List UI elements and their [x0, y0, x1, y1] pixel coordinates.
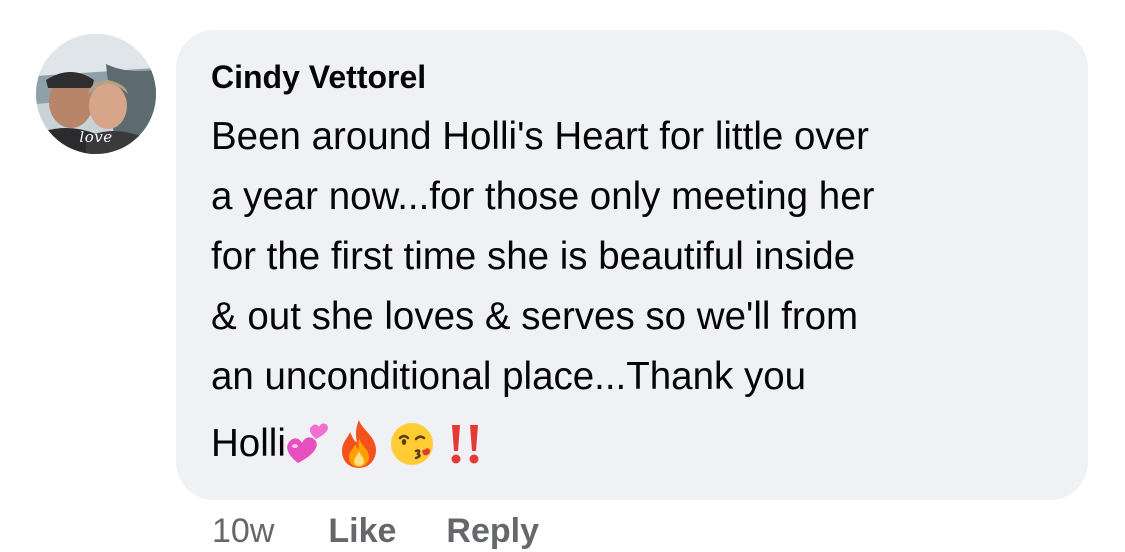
avatar[interactable]: love — [36, 34, 156, 154]
timestamp[interactable]: 10w — [212, 512, 274, 551]
fire-icon — [336, 418, 382, 470]
comment-text-end: Holli — [211, 422, 286, 465]
comment-text: Been around Holli's Heart for little ove… — [211, 115, 875, 398]
comment-bubble: Cindy Vettorel Been around Holli's Heart… — [176, 30, 1088, 500]
comment-text-end-line: Holli — [211, 411, 1054, 477]
double-exclamation-icon — [444, 421, 488, 467]
reply-button[interactable]: Reply — [446, 512, 539, 551]
kissing-face-icon — [388, 419, 438, 469]
like-button[interactable]: Like — [328, 512, 396, 551]
two-hearts-icon — [286, 419, 330, 469]
author-name[interactable]: Cindy Vettorel — [211, 57, 1054, 97]
comment-actions: 10w Like Reply — [212, 512, 589, 551]
comment: love Cindy Vettorel Been around Holli's … — [0, 0, 1125, 552]
avatar-caption: love — [79, 128, 113, 146]
